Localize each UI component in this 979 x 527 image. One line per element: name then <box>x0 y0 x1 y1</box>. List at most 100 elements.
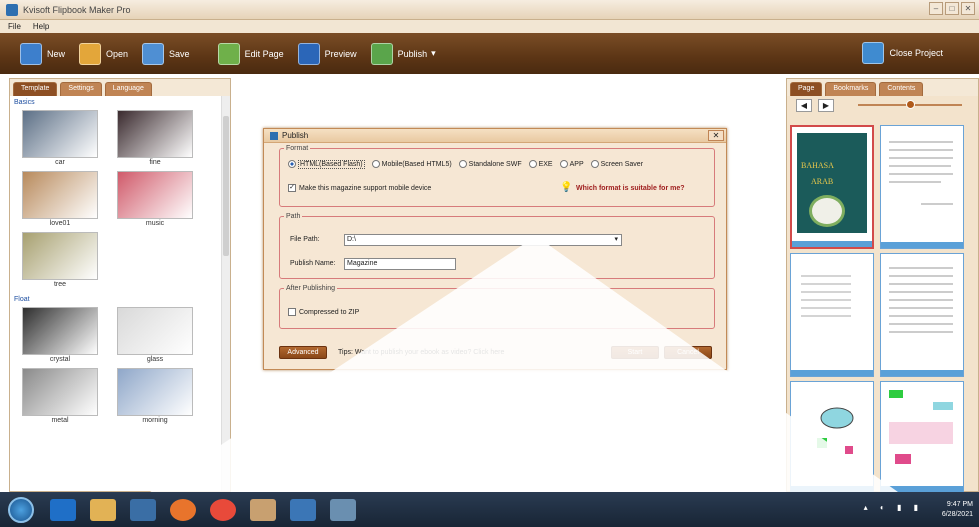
prev-page-button[interactable]: ◀ <box>796 98 812 112</box>
template-item[interactable]: glass <box>112 307 198 365</box>
path-group: Path File Path: D:\ ▾ Publish Name: Magaz… <box>279 213 715 279</box>
firefox-icon[interactable] <box>170 498 196 521</box>
page-panel: Page Bookmarks Contents ◀ ▶ BAHASA ARAB <box>786 78 979 493</box>
publish-button[interactable]: Publish ▾ <box>370 42 436 65</box>
scrollbar-thumb[interactable] <box>223 116 229 256</box>
flipbook-app-icon[interactable] <box>250 498 276 521</box>
page-thumb-4[interactable] <box>880 253 964 377</box>
tab-page[interactable]: Page <box>790 82 823 96</box>
template-name: metal <box>51 417 69 424</box>
template-item[interactable]: tree <box>17 232 103 290</box>
publish-icon <box>370 42 393 65</box>
template-thumbnail <box>22 110 98 158</box>
page-thumb-bar <box>881 242 963 248</box>
mobile-support-label: Make this magazine support mobile device <box>299 184 432 192</box>
zoom-slider-knob[interactable] <box>906 100 915 109</box>
next-page-button[interactable]: ▶ <box>818 98 834 112</box>
zip-checkbox[interactable]: Compressed to ZIP <box>288 308 359 316</box>
zoom-slider[interactable] <box>858 100 962 109</box>
file-path-label: File Path: <box>290 236 320 243</box>
template-item[interactable]: metal <box>17 368 103 426</box>
radio-icon <box>590 160 599 168</box>
tab-language[interactable]: Language <box>104 82 152 96</box>
edit-page-icon <box>217 42 240 65</box>
ie-icon[interactable] <box>50 498 76 521</box>
start-button[interactable]: Start <box>611 346 659 359</box>
publish-dialog: Publish ✕ Format HTML(Based Flash) Mobil… <box>263 128 727 370</box>
media-player-icon[interactable] <box>130 498 156 521</box>
after-publishing-legend: After Publishing <box>286 285 336 292</box>
tab-template[interactable]: Template <box>13 82 58 96</box>
template-thumbnail <box>22 368 98 416</box>
open-button[interactable]: Open <box>79 42 129 65</box>
tab-bookmarks[interactable]: Bookmarks <box>825 82 877 96</box>
system-tray-icons[interactable]: ▴ ◐ ▮ ▮ <box>864 503 923 512</box>
clock[interactable]: 9:47 PM 6/28/2021 <box>942 500 973 520</box>
format-app[interactable]: APP <box>559 160 584 168</box>
template-thumbnail <box>117 110 193 158</box>
checkbox-icon <box>288 308 296 316</box>
mobile-support-checkbox[interactable]: ✓ Make this magazine support mobile devic… <box>288 184 431 192</box>
maximize-icon[interactable]: □ <box>945 2 959 15</box>
explorer-icon[interactable] <box>90 498 116 521</box>
main-toolbar: New Open Save Edit Page Preview Publish ▾… <box>0 33 979 74</box>
format-html-flash[interactable]: HTML(Based Flash) <box>288 159 365 169</box>
cover-title-1: BAHASA <box>801 161 834 170</box>
template-item[interactable]: music <box>112 171 198 229</box>
format-standalone-swf[interactable]: Standalone SWF <box>458 160 522 168</box>
template-name: love01 <box>49 220 71 227</box>
edit-page-button[interactable]: Edit Page <box>217 42 284 65</box>
list-page-lines <box>801 275 851 317</box>
close-icon[interactable]: ✕ <box>961 2 975 15</box>
page-thumb-2[interactable] <box>880 125 964 249</box>
advanced-button[interactable]: Advanced <box>279 346 327 359</box>
chrome-icon[interactable] <box>210 498 236 521</box>
path-legend: Path <box>286 213 301 220</box>
tab-contents[interactable]: Contents <box>879 82 924 96</box>
lightbulb-icon: 💡 <box>560 182 573 193</box>
format-screen-saver[interactable]: Screen Saver <box>590 160 643 168</box>
page-thumb-1[interactable]: BAHASA ARAB <box>790 125 874 249</box>
format-html-flash-label: HTML(Based Flash) <box>298 159 365 169</box>
template-item[interactable]: morning <box>112 368 198 426</box>
close-project-button[interactable]: Close Project <box>862 42 943 64</box>
template-item[interactable]: fine <box>112 110 198 168</box>
template-scrollbar[interactable] <box>221 96 230 491</box>
preview-label: Preview <box>324 48 357 59</box>
save-button[interactable]: Save <box>142 42 190 65</box>
which-format-link[interactable]: Which format is suitable for me? <box>576 185 685 192</box>
template-thumbnail <box>117 368 193 416</box>
publish-dialog-icon <box>270 131 278 140</box>
dialog-close-button[interactable]: ✕ <box>708 130 724 141</box>
chevron-down-icon: ▾ <box>431 48 436 58</box>
file-path-input[interactable]: D:\ ▾ <box>344 234 622 246</box>
dialog-title: Publish <box>282 131 309 140</box>
clock-date: 6/28/2021 <box>941 511 973 518</box>
cancel-button[interactable]: Cancel <box>664 346 712 359</box>
template-item[interactable]: love01 <box>17 171 103 229</box>
preview-button[interactable]: Preview <box>297 42 357 65</box>
page-thumb-5[interactable] <box>790 381 874 493</box>
page-thumb-3[interactable] <box>790 253 874 377</box>
file-path-value: D:\ <box>347 236 356 243</box>
tab-settings[interactable]: Settings <box>60 82 102 96</box>
paint-icon[interactable] <box>330 498 356 521</box>
cover-title-2: ARAB <box>811 177 834 186</box>
minimize-icon[interactable]: – <box>929 2 943 15</box>
new-icon <box>20 42 42 65</box>
format-exe[interactable]: EXE <box>528 160 553 168</box>
new-button[interactable]: New <box>20 42 65 65</box>
page-thumb-6[interactable] <box>880 381 964 493</box>
text-page-lines <box>889 141 953 205</box>
open-label: Open <box>106 48 129 59</box>
template-item[interactable]: crystal <box>17 307 103 365</box>
dialog-titlebar: Publish ✕ <box>264 129 726 143</box>
word-icon[interactable] <box>290 498 316 521</box>
menu-help[interactable]: Help <box>33 22 49 31</box>
start-button[interactable] <box>8 496 34 523</box>
publish-name-input[interactable]: Magazine <box>344 258 456 270</box>
template-item[interactable]: car <box>17 110 103 168</box>
menu-file[interactable]: File <box>8 22 21 31</box>
video-tip-link[interactable]: Tips: Want to publish your ebook as vide… <box>338 349 504 356</box>
format-mobile-html5[interactable]: Mobile(Based HTML5) <box>371 160 452 168</box>
